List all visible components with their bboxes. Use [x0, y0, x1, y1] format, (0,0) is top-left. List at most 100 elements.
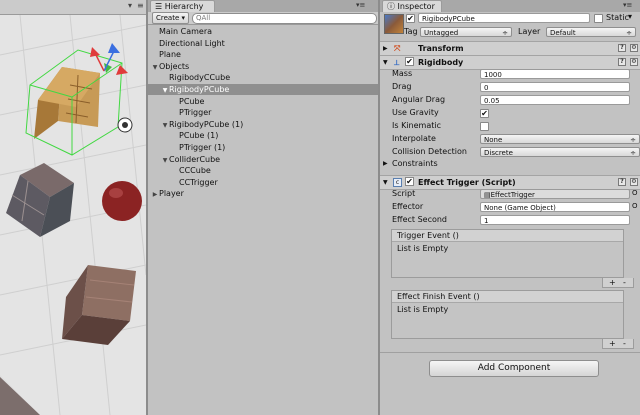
inspector-options-icon[interactable]: ▾≡: [623, 1, 632, 9]
static-checkbox[interactable]: [594, 14, 603, 23]
expand-arrow-icon[interactable]: ▼: [151, 62, 159, 73]
transform-header[interactable]: ▶ ⤧ Transform ? ⚙: [380, 41, 640, 56]
use-gravity-checkbox[interactable]: ✔: [480, 109, 489, 118]
hierarchy-item-label: Player: [159, 189, 184, 199]
search-placeholder: All: [201, 14, 211, 22]
hierarchy-item[interactable]: PTrigger (1): [148, 142, 378, 153]
mass-label: Mass: [392, 69, 413, 78]
script-file-icon: ▤: [484, 191, 491, 199]
hierarchy-item[interactable]: Main Camera: [148, 26, 378, 37]
tag-dropdown[interactable]: Untagged ÷: [420, 27, 512, 37]
script-field[interactable]: ▤EffectTrigger: [480, 189, 630, 199]
effect-second-field[interactable]: 1: [480, 215, 630, 225]
expand-arrow-icon[interactable]: ▼: [161, 85, 169, 96]
drag-field[interactable]: 0: [480, 82, 630, 92]
constraints-foldout-icon[interactable]: ▶: [383, 160, 388, 167]
inspector-tabbar: ⓘ Inspector ▾≡: [380, 0, 640, 12]
add-component-button[interactable]: Add Component: [429, 360, 599, 377]
hierarchy-item-label: Main Camera: [159, 27, 213, 36]
hierarchy-item[interactable]: Directional Light: [148, 38, 378, 49]
effect-trigger-header[interactable]: ▼ c ✔ Effect Trigger (Script) ? ⚙: [380, 175, 640, 190]
scene-menu-glyph[interactable]: ▾: [128, 1, 132, 10]
create-button[interactable]: Create ▾: [152, 12, 189, 24]
effect-trigger-enabled-checkbox[interactable]: ✔: [405, 177, 414, 186]
collision-detection-dropdown[interactable]: Discrete ÷: [480, 147, 640, 157]
rigidbody-title: Rigidbody: [418, 58, 464, 67]
effect-trigger-foldout-icon[interactable]: ▼: [383, 176, 388, 189]
expand-arrow-icon[interactable]: ▼: [161, 120, 169, 131]
hierarchy-tab-icon: ☰: [155, 2, 165, 11]
effector-field[interactable]: None (Game Object): [480, 202, 630, 212]
inspector-panel: ⓘ Inspector ▾≡ ✔ RigibodyPCube Static ▾ …: [380, 0, 640, 415]
effector-picker-icon[interactable]: O: [632, 202, 638, 210]
mass-field[interactable]: 1000: [480, 69, 630, 79]
constraints-label[interactable]: Constraints: [392, 158, 438, 170]
hierarchy-item[interactable]: PTrigger: [148, 107, 378, 118]
hierarchy-item-label: Objects: [159, 61, 190, 71]
active-checkbox[interactable]: ✔: [406, 14, 415, 23]
expand-arrow-icon[interactable]: ▼: [161, 155, 169, 166]
hierarchy-item[interactable]: PCube (1): [148, 130, 378, 141]
hierarchy-item[interactable]: ▼ Objects: [148, 61, 378, 72]
effect-trigger-help-icon[interactable]: ?: [618, 178, 626, 186]
interpolate-dropdown[interactable]: None ÷: [480, 134, 640, 144]
angular-drag-field[interactable]: 0.05: [480, 95, 630, 105]
interpolate-label: Interpolate: [392, 134, 436, 143]
hierarchy-item-label: CCTrigger: [179, 177, 218, 187]
rigidbody-foldout-icon[interactable]: ▼: [383, 56, 388, 69]
tag-dropdown-chevron-icon: ÷: [502, 29, 508, 37]
hierarchy-item[interactable]: PCube: [148, 96, 378, 107]
scene-view[interactable]: ▾ ≡: [0, 0, 146, 415]
rigidbody-enabled-checkbox[interactable]: ✔: [405, 57, 414, 66]
trigger-event-footer: + -: [602, 278, 634, 288]
tab-hierarchy[interactable]: ☰ Hierarchy: [150, 0, 215, 12]
hierarchy-item-label: RigibodyPCube: [169, 85, 230, 94]
script-picker-icon[interactable]: O: [632, 189, 638, 197]
effect-trigger-settings-icon[interactable]: ⚙: [630, 178, 638, 186]
transform-help-icon[interactable]: ?: [618, 44, 626, 52]
tag-value: Untagged: [424, 29, 459, 37]
hierarchy-item[interactable]: Plane: [148, 49, 378, 60]
hierarchy-item-label: Plane: [159, 50, 181, 60]
hierarchy-item[interactable]: ▼ ColliderCube: [148, 154, 378, 165]
hierarchy-item[interactable]: CCTrigger: [148, 177, 378, 188]
rigidbody-header[interactable]: ▼ ⟂ ✔ Rigidbody ? ⚙: [380, 55, 640, 70]
use-gravity-label: Use Gravity: [392, 108, 439, 117]
hierarchy-item[interactable]: ▼ RigibodyPCube (1): [148, 119, 378, 130]
inspector-tab-label: Inspector: [397, 2, 435, 11]
inspector-divider: [380, 352, 640, 353]
hierarchy-item[interactable]: ▼ RigibodyPCube: [148, 84, 378, 95]
transform-settings-icon[interactable]: ⚙: [630, 44, 638, 52]
tab-inspector[interactable]: ⓘ Inspector: [382, 0, 442, 12]
transform-foldout-icon[interactable]: ▶: [383, 42, 388, 55]
hierarchy-tree: Main Camera Directional Light Plane ▼ Object…: [148, 26, 378, 415]
transform-icon: ⤧: [394, 44, 401, 53]
collision-detection-value: Discrete: [484, 149, 513, 157]
scene-list-glyph[interactable]: ≡: [137, 1, 144, 10]
finish-event-remove-button[interactable]: -: [623, 339, 626, 348]
finish-event-header: Effect Finish Event (): [392, 291, 623, 303]
rigidbody-settings-icon[interactable]: ⚙: [630, 58, 638, 66]
hierarchy-item-label: Directional Light: [159, 38, 225, 48]
finish-event-add-button[interactable]: +: [609, 339, 616, 348]
layer-dropdown-chevron-icon: ÷: [626, 29, 632, 37]
layer-dropdown[interactable]: Default ÷: [546, 27, 636, 37]
hierarchy-item[interactable]: CCCube: [148, 165, 378, 176]
hierarchy-search-input[interactable]: QAll: [192, 13, 377, 24]
panel-options-icon[interactable]: ▾≡: [356, 1, 365, 9]
expand-arrow-icon[interactable]: ▶: [151, 189, 159, 200]
is-kinematic-checkbox[interactable]: [480, 122, 489, 131]
gameobject-cube-icon: [384, 14, 404, 34]
finish-event-list: Effect Finish Event () List is Empty: [391, 290, 624, 339]
static-dropdown-icon[interactable]: ▾: [628, 12, 632, 21]
rigidbody-help-icon[interactable]: ?: [618, 58, 626, 66]
object-name-field[interactable]: RigibodyPCube: [418, 13, 590, 23]
scene-canvas[interactable]: [0, 15, 146, 415]
hierarchy-item[interactable]: RigibodyCCube: [148, 72, 378, 83]
hierarchy-item-label: RigibodyCCube: [169, 73, 231, 83]
script-value: EffectTrigger: [490, 191, 535, 199]
trigger-event-add-button[interactable]: +: [609, 278, 616, 287]
hierarchy-panel: ☰ Hierarchy ▾≡ Create ▾ QAll Main Camera…: [148, 0, 378, 415]
trigger-event-remove-button[interactable]: -: [623, 278, 626, 287]
hierarchy-item[interactable]: ▶ Player: [148, 188, 378, 199]
